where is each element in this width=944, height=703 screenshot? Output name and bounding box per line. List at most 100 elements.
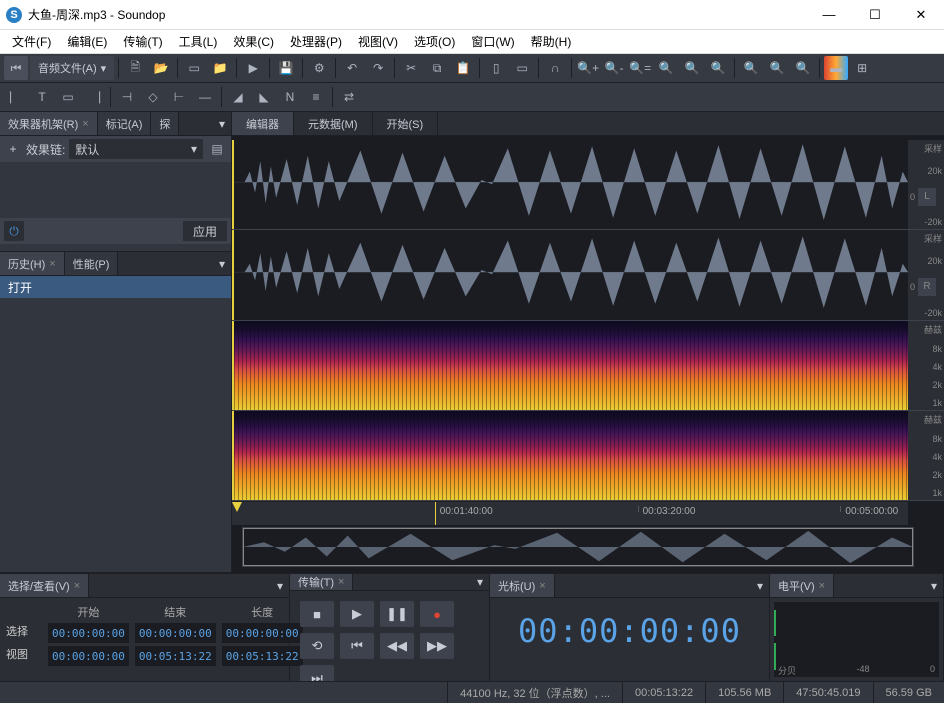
waveform-track-left[interactable]: 采样 20k 0L -20k bbox=[232, 140, 944, 230]
record-button[interactable]: ● bbox=[420, 601, 454, 627]
menu-help[interactable]: 帮助(H) bbox=[523, 30, 580, 53]
open-track-icon[interactable]: 📁 bbox=[208, 56, 232, 80]
pause-button[interactable]: ❚❚ bbox=[380, 601, 414, 627]
close-icon[interactable]: × bbox=[338, 576, 344, 588]
tab-performance[interactable]: 性能(P) bbox=[65, 252, 119, 275]
panel-more-icon[interactable]: ▾ bbox=[471, 575, 489, 589]
snap-icon[interactable]: ∩ bbox=[543, 56, 567, 80]
skip-back-icon[interactable]: ⏮ bbox=[4, 56, 28, 80]
tab-selection[interactable]: 选择/查看(V)× bbox=[0, 574, 89, 597]
tab-metadata[interactable]: 元数据(M) bbox=[294, 112, 373, 135]
close-icon[interactable]: × bbox=[82, 118, 88, 130]
zoom-v-in-icon[interactable]: 🔍 bbox=[739, 56, 763, 80]
close-icon[interactable]: × bbox=[49, 258, 55, 270]
gain-icon[interactable]: N bbox=[278, 85, 302, 109]
history-item-open[interactable]: 打开 bbox=[0, 276, 231, 298]
marker-prev-icon[interactable]: ⊣ bbox=[115, 85, 139, 109]
open-file-icon[interactable]: 📂 bbox=[149, 56, 173, 80]
marker-add-icon[interactable]: ◇ bbox=[141, 85, 165, 109]
maximize-button[interactable]: ☐ bbox=[852, 0, 898, 30]
close-icon[interactable]: × bbox=[539, 580, 545, 592]
new-track-icon[interactable]: ▭ bbox=[182, 56, 206, 80]
zoom-sel-in-icon[interactable]: 🔍 bbox=[654, 56, 678, 80]
menu-window[interactable]: 窗口(W) bbox=[463, 30, 522, 53]
zoom-all-icon[interactable]: 🔍 bbox=[706, 56, 730, 80]
zoom-in-icon[interactable]: 🔍+ bbox=[576, 56, 600, 80]
trim-end-icon[interactable]: ⎹ bbox=[82, 85, 106, 109]
rewind-button[interactable]: ◀◀ bbox=[380, 633, 414, 659]
close-icon[interactable]: × bbox=[74, 580, 80, 592]
tab-start[interactable]: 开始(S) bbox=[373, 112, 439, 135]
panel-more-icon[interactable]: ▾ bbox=[271, 579, 289, 593]
tab-cursor[interactable]: 光标(U)× bbox=[490, 574, 555, 597]
sel-start-field[interactable]: 00:00:00:00 bbox=[48, 623, 129, 643]
channel-r-button[interactable]: R bbox=[918, 278, 936, 296]
tab-transport[interactable]: 传输(T)× bbox=[290, 574, 353, 590]
menu-transport[interactable]: 传输(T) bbox=[115, 30, 170, 53]
view-start-field[interactable]: 00:00:00:00 bbox=[48, 646, 129, 666]
tab-fx-rack[interactable]: 效果器机架(R)× bbox=[0, 112, 98, 135]
tab-editor[interactable]: 编辑器 bbox=[232, 112, 294, 135]
spectrum-icon[interactable]: ▬ bbox=[824, 56, 848, 80]
forward-button[interactable]: ▶▶ bbox=[420, 633, 454, 659]
channel-l-button[interactable]: L bbox=[918, 188, 936, 206]
menu-effects[interactable]: 效果(C) bbox=[225, 30, 282, 53]
panel-more-icon[interactable]: ▾ bbox=[925, 579, 943, 593]
cut-icon[interactable]: ✂ bbox=[399, 56, 423, 80]
file-type-dropdown[interactable]: 音频文件(A) ▾ bbox=[30, 56, 114, 80]
fx-power-button[interactable]: ⏻ bbox=[4, 221, 24, 241]
trim-range-icon[interactable]: ▭ bbox=[56, 85, 80, 109]
paste-icon[interactable]: 📋 bbox=[451, 56, 475, 80]
spectrogram-track-right[interactable]: 赫兹 8k 4k 2k 1k bbox=[232, 411, 944, 501]
select-tool-icon[interactable]: ▯ bbox=[484, 56, 508, 80]
undo-icon[interactable]: ↶ bbox=[340, 56, 364, 80]
fx-preset-select[interactable]: 默认▾ bbox=[69, 139, 203, 159]
marker-next-icon[interactable]: ⊢ bbox=[167, 85, 191, 109]
panel-more-icon[interactable]: ▾ bbox=[751, 579, 769, 593]
playhead-marker[interactable] bbox=[232, 502, 242, 512]
zoom-v-out-icon[interactable]: 🔍 bbox=[765, 56, 789, 80]
trim-start-icon[interactable]: ⎸ bbox=[4, 85, 28, 109]
reverse-icon[interactable]: ⇄ bbox=[337, 85, 361, 109]
menu-options[interactable]: 选项(O) bbox=[406, 30, 463, 53]
view-end-field[interactable]: 00:05:13:22 bbox=[135, 646, 216, 666]
close-icon[interactable]: × bbox=[819, 580, 825, 592]
marker-del-icon[interactable]: — bbox=[193, 85, 217, 109]
play-button[interactable]: ▶ bbox=[340, 601, 374, 627]
save-icon[interactable]: 💾 bbox=[274, 56, 298, 80]
trim-tool-icon[interactable]: T bbox=[30, 85, 54, 109]
panel-more-icon[interactable]: ▾ bbox=[213, 117, 231, 131]
menu-processor[interactable]: 处理器(P) bbox=[282, 30, 350, 53]
fade-in-icon[interactable]: ◢ bbox=[226, 85, 250, 109]
add-effect-button[interactable]: + bbox=[4, 142, 22, 156]
go-start-button[interactable]: ⏮ bbox=[340, 633, 374, 659]
play-icon[interactable]: ▶ bbox=[241, 56, 265, 80]
overview-viewport[interactable] bbox=[243, 528, 913, 566]
sel-end-field[interactable]: 00:00:00:00 bbox=[135, 623, 216, 643]
overview-scrollbar[interactable] bbox=[242, 527, 914, 567]
redo-icon[interactable]: ↷ bbox=[366, 56, 390, 80]
zoom-out-icon[interactable]: 🔍- bbox=[602, 56, 626, 80]
tab-browse[interactable]: 探 bbox=[151, 112, 179, 135]
menu-file[interactable]: 文件(F) bbox=[4, 30, 59, 53]
zoom-sel-out-icon[interactable]: 🔍 bbox=[680, 56, 704, 80]
fade-out-icon[interactable]: ◣ bbox=[252, 85, 276, 109]
waveform-track-right[interactable]: 采样 20k 0R -20k bbox=[232, 230, 944, 320]
timeline-ruler[interactable]: 00:01:40:00 00:03:20:00 00:05:00:00 bbox=[232, 501, 908, 525]
fx-apply-button[interactable]: 应用 bbox=[183, 221, 227, 241]
stop-button[interactable]: ■ bbox=[300, 601, 334, 627]
layout-icon[interactable]: ⊞ bbox=[850, 56, 874, 80]
normalize-icon[interactable]: ≡ bbox=[304, 85, 328, 109]
spectrogram-track-left[interactable]: 赫兹 8k 4k 2k 1k bbox=[232, 321, 944, 411]
fx-list-icon[interactable]: ▤ bbox=[207, 139, 227, 159]
close-button[interactable]: ✕ bbox=[898, 0, 944, 30]
copy-icon[interactable]: ⧉ bbox=[425, 56, 449, 80]
zoom-v-fit-icon[interactable]: 🔍 bbox=[791, 56, 815, 80]
panel-more-icon[interactable]: ▾ bbox=[213, 257, 231, 271]
settings-icon[interactable]: ⚙ bbox=[307, 56, 331, 80]
new-file-icon[interactable]: 🗎 bbox=[123, 56, 147, 80]
menu-edit[interactable]: 编辑(E) bbox=[59, 30, 115, 53]
zoom-fit-icon[interactable]: 🔍= bbox=[628, 56, 652, 80]
loop-button[interactable]: ⟲ bbox=[300, 633, 334, 659]
range-tool-icon[interactable]: ▭ bbox=[510, 56, 534, 80]
